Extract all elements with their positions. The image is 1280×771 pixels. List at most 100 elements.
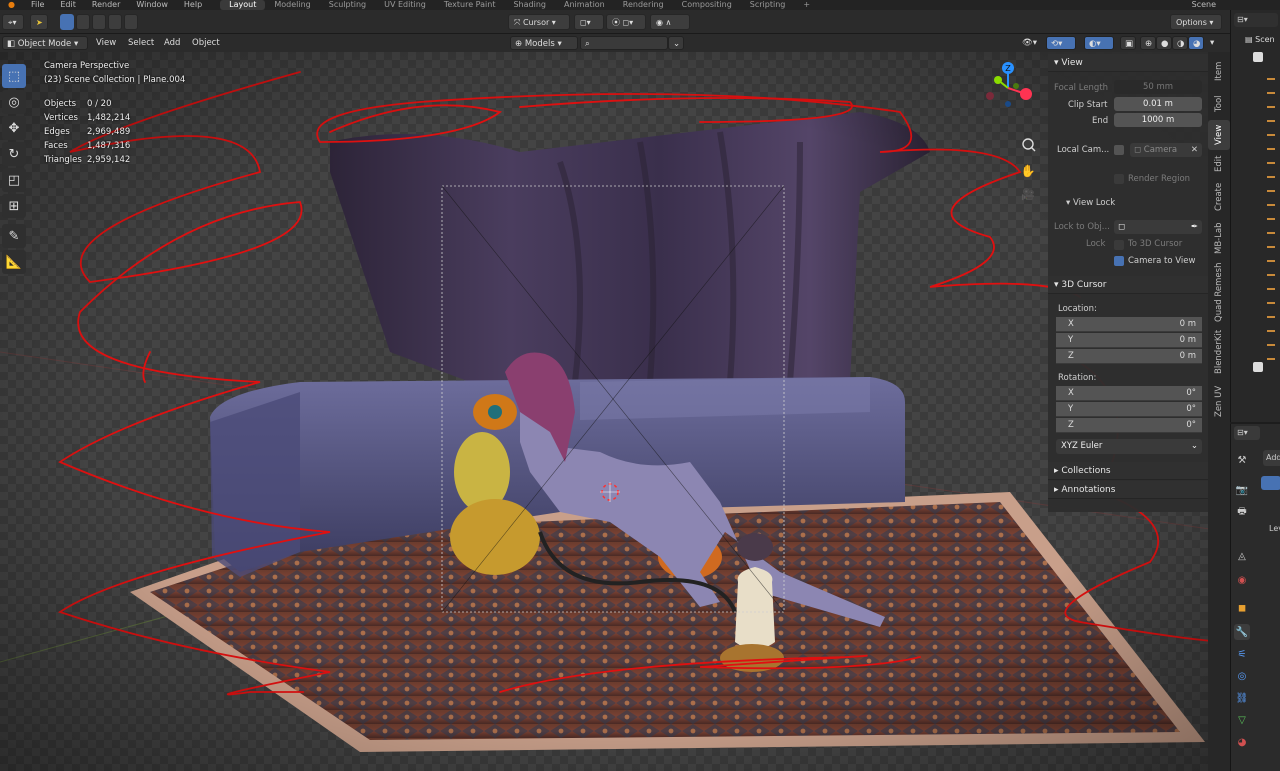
workspace-tab-texture-paint[interactable]: Texture Paint	[435, 0, 505, 10]
clear-camera-icon[interactable]: ✕	[1191, 143, 1198, 157]
outliner-header[interactable]: ⊟▾	[1234, 13, 1278, 27]
tab-view[interactable]: View	[1208, 120, 1230, 150]
workspace-tab-scripting[interactable]: Scripting	[741, 0, 795, 10]
gizmo-toggle[interactable]: ⟲▾	[1046, 36, 1076, 50]
tool-props-icon[interactable]: ⚒	[1234, 452, 1250, 468]
lock-to-object-field[interactable]: ◻ ✒	[1114, 220, 1202, 234]
collection-checkbox[interactable]	[1253, 52, 1263, 62]
select-mode-invert-icon[interactable]	[108, 14, 122, 30]
modifier-header[interactable]	[1261, 476, 1280, 490]
navigation-gizmo[interactable]: Z ✋ 🎥	[980, 60, 1040, 210]
shading-material-button[interactable]: ◑	[1172, 36, 1188, 50]
physics-props-icon[interactable]: ◎	[1234, 668, 1250, 684]
workspace-tab-uv-editing[interactable]: UV Editing	[375, 0, 435, 10]
tab-tool[interactable]: Tool	[1208, 90, 1230, 118]
annotate-tool-icon[interactable]: ✎	[2, 224, 26, 248]
object-props-icon[interactable]: ◼	[1234, 600, 1250, 616]
proportional-edit-toggle[interactable]: ◉ ∧	[650, 14, 690, 30]
clip-start-field[interactable]: 0.01 m	[1114, 97, 1202, 111]
rotate-tool-icon[interactable]: ↻	[2, 142, 26, 166]
visibility-dropdown[interactable]: 👁▾	[1018, 36, 1041, 50]
cursor-rotation-z-field[interactable]: Z 0°	[1056, 418, 1202, 433]
blender-logo-icon[interactable]: ●	[0, 0, 23, 10]
camera-field[interactable]: ◻ Camera ✕	[1130, 143, 1202, 157]
transform-tool-icon[interactable]: ⊞	[2, 194, 26, 218]
cursor-tool-icon[interactable]: ◎	[2, 90, 26, 114]
select-box-tool-icon[interactable]: ⬚	[2, 64, 26, 88]
models-search-input[interactable]: ⌕	[580, 36, 668, 50]
xray-toggle[interactable]: ▣	[1120, 36, 1136, 50]
focal-length-field[interactable]: 50 mm	[1114, 80, 1202, 94]
3d-cursor-section-header[interactable]: ▾ 3D Cursor	[1048, 276, 1208, 294]
particles-props-icon[interactable]: ⚟	[1234, 646, 1250, 662]
scene-collection-label[interactable]: ▤ Scen	[1245, 35, 1275, 44]
view-menu[interactable]: View	[92, 36, 120, 50]
measure-tool-icon[interactable]: 📐	[2, 250, 26, 274]
shading-solid-button[interactable]: ●	[1156, 36, 1172, 50]
tab-quad-remesh[interactable]: Quad Remesh	[1208, 260, 1230, 324]
modifier-props-icon[interactable]: 🔧	[1234, 624, 1250, 640]
menu-window[interactable]: Window	[128, 0, 176, 10]
view-section-header[interactable]: ▾ View	[1048, 54, 1208, 72]
tab-zen-uv[interactable]: Zen UV	[1208, 380, 1230, 422]
select-tool-icon[interactable]: ➤	[30, 14, 48, 30]
options-dropdown[interactable]: Options ▾	[1170, 14, 1222, 30]
models-dropdown[interactable]: ⊕ Models ▾	[510, 36, 578, 50]
select-mode-intersect-icon[interactable]	[124, 14, 138, 30]
render-props-icon[interactable]: 📷	[1234, 482, 1250, 498]
object-menu[interactable]: Object	[188, 36, 224, 50]
clip-end-field[interactable]: 1000 m	[1114, 113, 1202, 127]
editor-type-button[interactable]: ⌖▾	[2, 14, 24, 30]
snap-toggle[interactable]: ⦿ ◻▾	[606, 14, 646, 30]
workspace-tab-shading[interactable]: Shading	[504, 0, 555, 10]
constraints-props-icon[interactable]: ⛓	[1234, 690, 1250, 706]
menu-edit[interactable]: Edit	[52, 0, 84, 10]
menu-render[interactable]: Render	[84, 0, 128, 10]
select-mode-subtract-icon[interactable]	[92, 14, 106, 30]
workspace-tab-modeling[interactable]: Modeling	[265, 0, 319, 10]
add-workspace-button[interactable]: +	[794, 0, 819, 10]
3d-viewport[interactable]: ⬚ ◎ ✥ ↻ ◰ ⊞ ✎ 📐 Camera Perspective (23) …	[0, 52, 1230, 771]
workspace-tab-layout[interactable]: Layout	[220, 0, 266, 10]
cursor-location-z-field[interactable]: Z0 m	[1056, 349, 1202, 364]
shading-wireframe-button[interactable]: ⊕	[1140, 36, 1156, 50]
eyedropper-icon[interactable]: ✒	[1191, 220, 1198, 234]
data-props-icon[interactable]: ▽	[1234, 712, 1250, 728]
scene-selector[interactable]: Scene	[1184, 0, 1224, 10]
collection-checkbox[interactable]	[1253, 362, 1263, 372]
cursor-location-x-field[interactable]: X0 m	[1056, 317, 1202, 332]
properties-editor-type[interactable]: ⊟▾	[1234, 426, 1260, 440]
workspace-tab-animation[interactable]: Animation	[555, 0, 614, 10]
overlay-toggle[interactable]: ◐▾	[1084, 36, 1114, 50]
outliner-tree-items[interactable]	[1267, 70, 1275, 360]
local-camera-checkbox[interactable]	[1114, 145, 1124, 155]
view-lock-subpanel[interactable]: ▾ View Lock	[1066, 198, 1115, 208]
tab-blenderkit[interactable]: BlenderKit	[1208, 326, 1230, 378]
world-props-icon[interactable]: ◉	[1234, 572, 1250, 588]
workspace-tab-compositing[interactable]: Compositing	[673, 0, 741, 10]
render-region-checkbox[interactable]	[1114, 174, 1124, 184]
menu-help[interactable]: Help	[176, 0, 210, 10]
workspace-tab-rendering[interactable]: Rendering	[614, 0, 673, 10]
select-menu[interactable]: Select	[124, 36, 158, 50]
menu-file[interactable]: File	[23, 0, 52, 10]
models-filter-button[interactable]: ⌄	[668, 36, 684, 50]
cursor-rotation-y-field[interactable]: Y 0°	[1056, 402, 1202, 417]
select-mode-new-icon[interactable]	[60, 14, 74, 30]
pivot-point-dropdown[interactable]: ⤧ Cursor ▾	[508, 14, 570, 30]
to-3d-cursor-checkbox[interactable]	[1114, 240, 1124, 250]
camera-to-view-checkbox[interactable]	[1114, 256, 1124, 266]
select-mode-extend-icon[interactable]	[76, 14, 90, 30]
tab-mb-lab[interactable]: MB-Lab	[1208, 218, 1230, 258]
move-tool-icon[interactable]: ✥	[2, 116, 26, 140]
tab-create[interactable]: Create	[1208, 178, 1230, 216]
tab-edit[interactable]: Edit	[1208, 152, 1230, 176]
collections-section-header[interactable]: ▸ Collections	[1048, 462, 1208, 480]
shading-rendered-button[interactable]: ◕	[1188, 36, 1204, 50]
workspace-tab-sculpting[interactable]: Sculpting	[320, 0, 375, 10]
snap-dropdown[interactable]: ◻▾	[574, 14, 604, 30]
output-props-icon[interactable]: 🖶	[1234, 504, 1250, 520]
tab-item[interactable]: Item	[1208, 54, 1230, 88]
cursor-location-y-field[interactable]: Y0 m	[1056, 333, 1202, 348]
add-modifier-button[interactable]: Add	[1263, 450, 1280, 466]
